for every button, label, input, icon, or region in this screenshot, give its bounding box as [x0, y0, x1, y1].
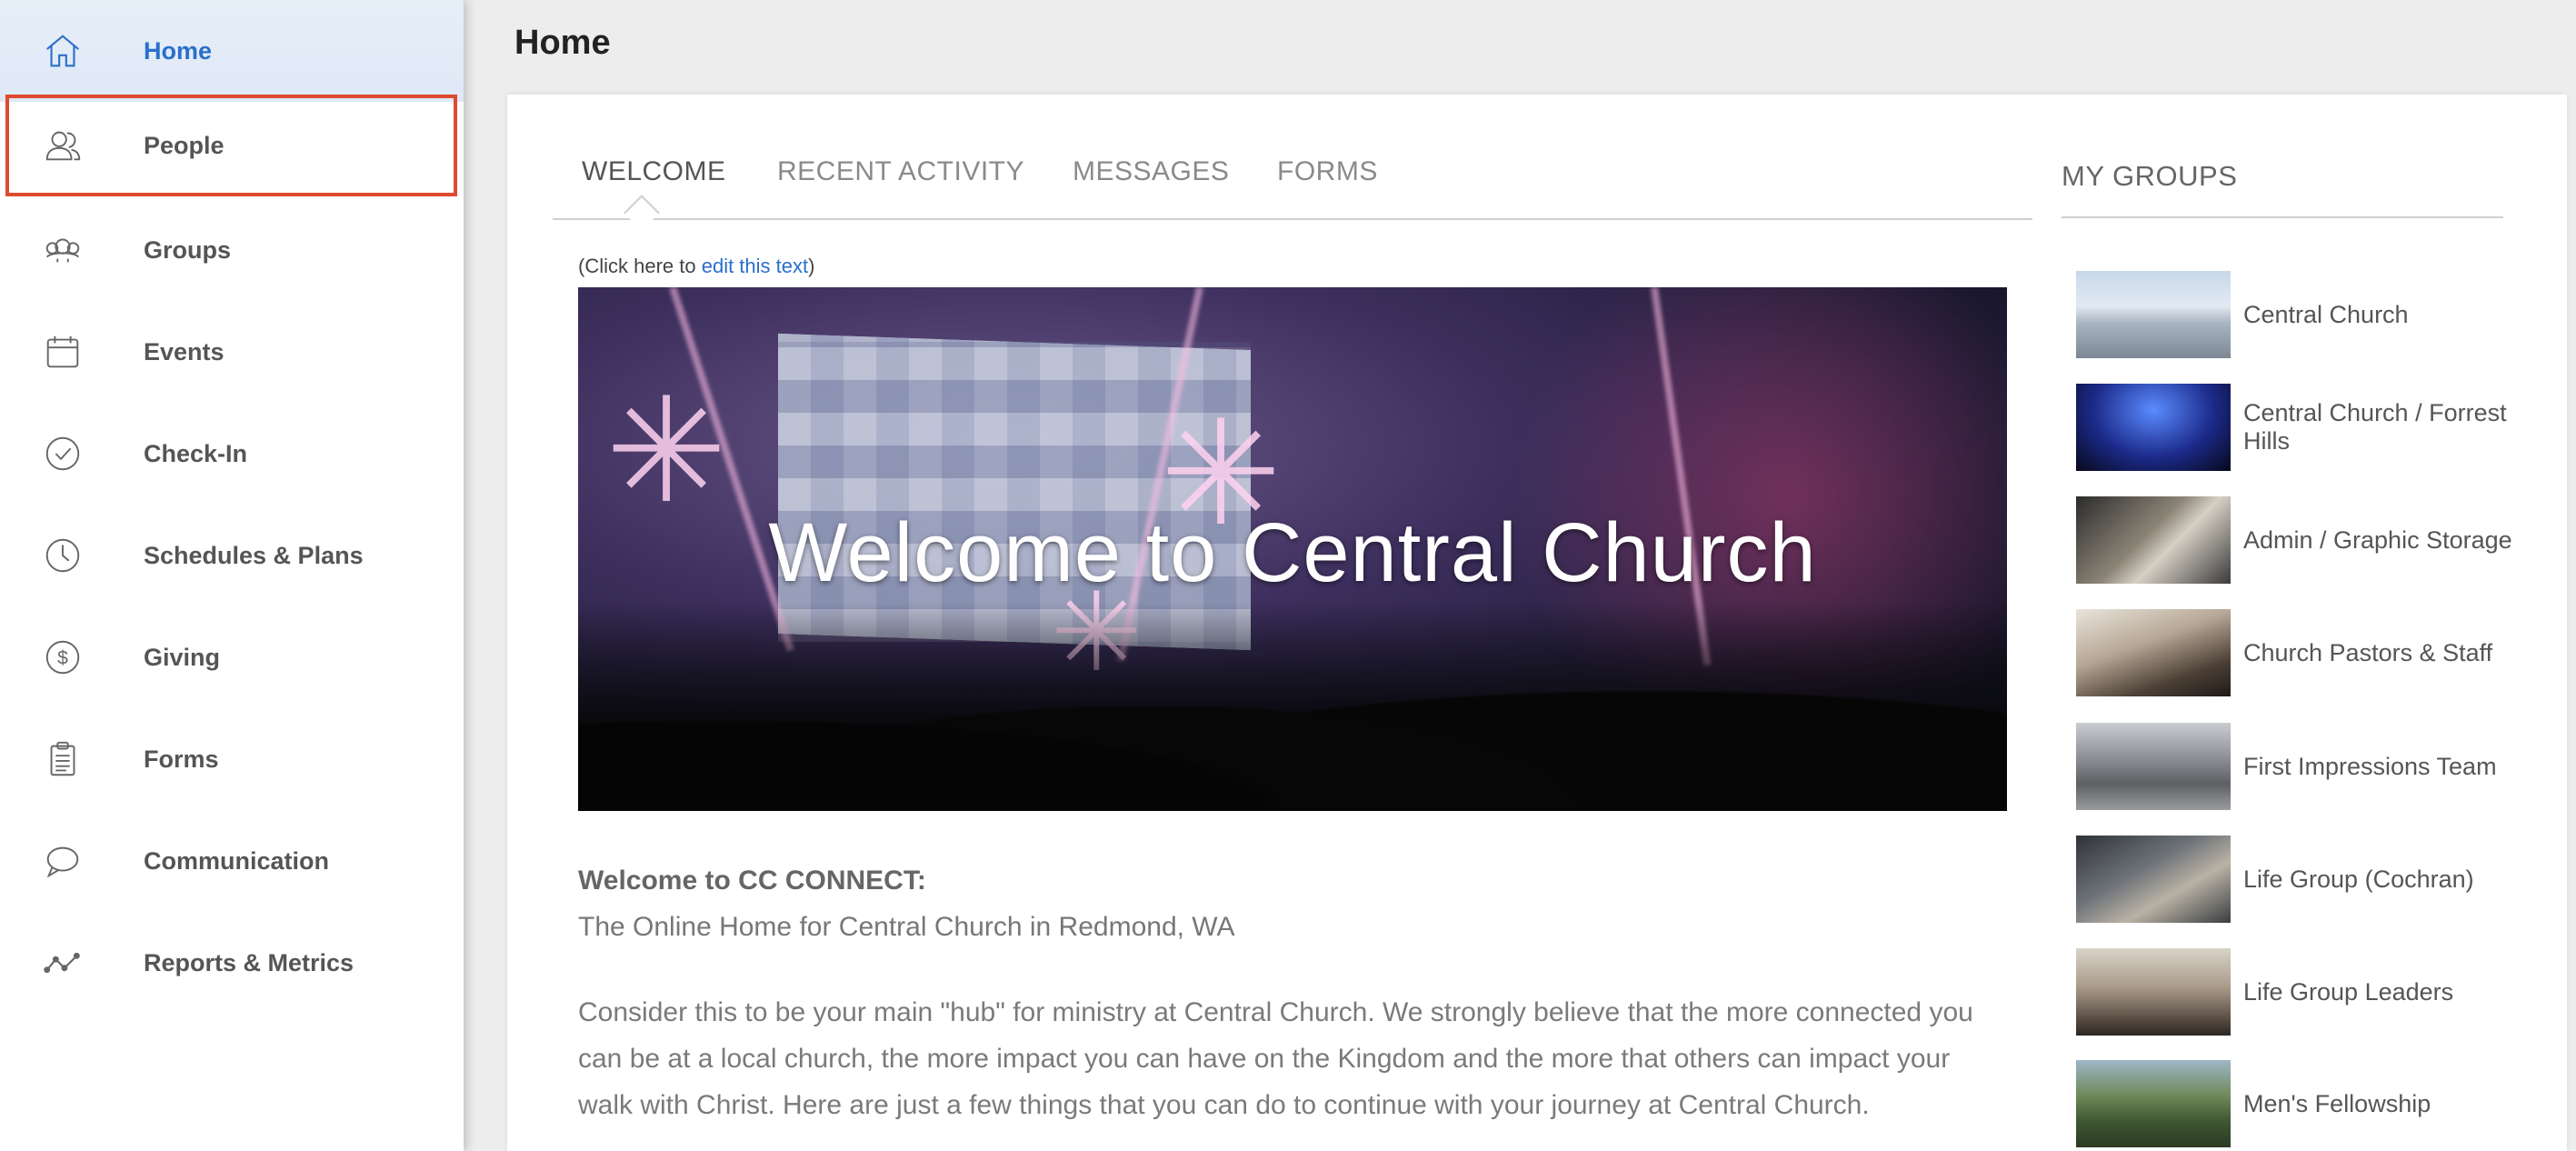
sidebar-item-check-in[interactable]: Check-In — [0, 403, 464, 505]
clock-icon — [40, 533, 85, 578]
my-groups-divider — [2062, 216, 2503, 218]
group-thumbnail — [2076, 496, 2231, 584]
group-name: Central Church — [2243, 300, 2409, 328]
sidebar-item-giving[interactable]: $ Giving — [0, 606, 464, 708]
edit-note-suffix: ) — [808, 255, 815, 277]
sidebar-item-reports[interactable]: Reports & Metrics — [0, 912, 464, 1014]
edit-note-prefix: (Click here to — [578, 255, 702, 277]
clipboard-icon — [40, 736, 85, 782]
group-item[interactable]: Central Church — [2076, 271, 2512, 358]
sidebar-item-label: Groups — [144, 235, 232, 264]
edit-text-link[interactable]: edit this text — [702, 255, 808, 277]
tab-recent-activity[interactable]: RECENT ACTIVITY — [777, 156, 1024, 187]
star-light-decoration: ✳ — [605, 369, 728, 532]
group-thumbnail — [2076, 384, 2231, 471]
sidebar-item-label: Communication — [144, 846, 330, 875]
sidebar-item-label: Home — [144, 36, 213, 65]
group-name: Central Church / Forrest Hills — [2243, 399, 2507, 455]
crowd-silhouette — [578, 602, 2007, 811]
tab-messages[interactable]: MESSAGES — [1073, 156, 1229, 187]
sidebar-item-forms[interactable]: Forms — [0, 708, 464, 810]
group-name: Life Group Leaders — [2243, 977, 2454, 1006]
check-circle-icon — [40, 431, 85, 476]
banner-title: Welcome to Central Church — [768, 506, 1817, 599]
group-thumbnail — [2076, 271, 2231, 358]
group-thumbnail — [2076, 836, 2231, 923]
sidebar-item-label: Events — [144, 337, 225, 365]
group-name: Life Group (Cochran) — [2243, 865, 2474, 893]
group-thumbnail — [2076, 609, 2231, 696]
group-thumbnail — [2076, 1060, 2231, 1147]
tab-welcome[interactable]: WELCOME — [582, 156, 726, 187]
sidebar-item-label: Giving — [144, 643, 221, 671]
tab-forms[interactable]: FORMS — [1277, 156, 1378, 187]
group-item[interactable]: Life Group (Cochran) — [2076, 836, 2512, 923]
welcome-heading: Welcome to CC CONNECT: — [578, 866, 926, 896]
my-groups-title: MY GROUPS — [2062, 160, 2238, 192]
line-graph-icon — [40, 940, 85, 986]
group-name: Church Pastors & Staff — [2243, 638, 2493, 666]
calendar-icon — [40, 329, 85, 375]
home-icon — [40, 28, 85, 74]
sidebar-item-label: People — [144, 131, 225, 159]
sidebar-item-home[interactable]: Home — [0, 0, 464, 102]
sidebar-item-label: Check-In — [144, 439, 248, 467]
edit-note: (Click here to edit this text) — [578, 255, 814, 278]
page-title: Home — [514, 24, 611, 62]
group-item[interactable]: Men's Fellowship — [2076, 1060, 2512, 1147]
sidebar-item-people[interactable]: People — [5, 95, 457, 196]
groups-icon — [40, 227, 85, 273]
group-thumbnail — [2076, 948, 2231, 1036]
sidebar-item-label: Forms — [144, 745, 219, 773]
group-item[interactable]: Central Church / Forrest Hills — [2076, 384, 2512, 471]
sidebar-item-label: Reports & Metrics — [144, 948, 354, 976]
welcome-banner-image: ✳ ✳ ✳ Welcome to Central Church — [578, 287, 2007, 811]
dollar-icon: $ — [40, 635, 85, 680]
sidebar-item-schedules[interactable]: Schedules & Plans — [0, 505, 464, 606]
group-item[interactable]: First Impressions Team — [2076, 723, 2512, 810]
sidebar-item-label: Schedules & Plans — [144, 541, 364, 569]
tab-bar: WELCOME RECENT ACTIVITY MESSAGES FORMS — [553, 156, 2032, 220]
group-item[interactable]: Church Pastors & Staff — [2076, 609, 2512, 696]
group-name: Admin / Graphic Storage — [2243, 525, 2512, 554]
chat-icon — [40, 838, 85, 884]
group-name: Men's Fellowship — [2243, 1089, 2431, 1117]
group-thumbnail — [2076, 723, 2231, 810]
sidebar-item-events[interactable]: Events — [0, 301, 464, 403]
welcome-body: Consider this to be your main "hub" for … — [578, 997, 1973, 1120]
welcome-subheading: The Online Home for Central Church in Re… — [578, 912, 1235, 942]
top-bar — [464, 0, 2576, 95]
svg-text:$: $ — [57, 648, 68, 669]
group-item[interactable]: Life Group Leaders — [2076, 948, 2512, 1036]
people-icon — [40, 123, 85, 168]
group-item[interactable]: Admin / Graphic Storage — [2076, 496, 2512, 584]
sidebar-item-groups[interactable]: Groups — [0, 199, 464, 301]
sidebar-item-communication[interactable]: Communication — [0, 810, 464, 912]
sidebar: Home People Groups Events Check-In Sched… — [0, 0, 464, 1151]
group-name: First Impressions Team — [2243, 752, 2497, 780]
